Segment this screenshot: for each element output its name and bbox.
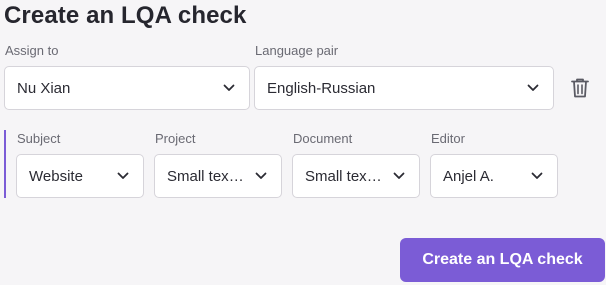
assign-to-select[interactable]: Nu Xian bbox=[4, 66, 250, 110]
editor-value: Anjel A. bbox=[443, 167, 494, 185]
project-value: Small text ... bbox=[167, 167, 247, 185]
details-accent-bar bbox=[4, 130, 6, 198]
chevron-down-icon bbox=[391, 168, 407, 184]
project-label: Project bbox=[155, 131, 196, 146]
subject-label: Subject bbox=[17, 131, 61, 146]
create-lqa-check-button[interactable]: Create an LQA check bbox=[400, 238, 605, 282]
document-value: Small text ... bbox=[305, 167, 385, 185]
document-label: Document bbox=[293, 131, 353, 146]
assign-to-label: Assign to bbox=[5, 43, 59, 58]
editor-select[interactable]: Anjel A. bbox=[430, 154, 558, 198]
language-pair-select[interactable]: English-Russian bbox=[254, 66, 554, 110]
language-pair-label: Language pair bbox=[255, 43, 339, 58]
chevron-down-icon bbox=[221, 80, 237, 96]
page-title: Create an LQA check bbox=[4, 2, 247, 29]
chevron-down-icon bbox=[529, 168, 545, 184]
chevron-down-icon bbox=[115, 168, 131, 184]
subject-value: Website bbox=[29, 167, 83, 185]
chevron-down-icon bbox=[253, 168, 269, 184]
trash-icon[interactable] bbox=[568, 76, 592, 100]
language-pair-value: English-Russian bbox=[267, 79, 376, 97]
document-select[interactable]: Small text ... bbox=[292, 154, 420, 198]
project-select[interactable]: Small text ... bbox=[154, 154, 282, 198]
subject-select[interactable]: Website bbox=[16, 154, 144, 198]
editor-label: Editor bbox=[431, 131, 465, 146]
chevron-down-icon bbox=[525, 80, 541, 96]
assign-to-value: Nu Xian bbox=[17, 79, 71, 97]
